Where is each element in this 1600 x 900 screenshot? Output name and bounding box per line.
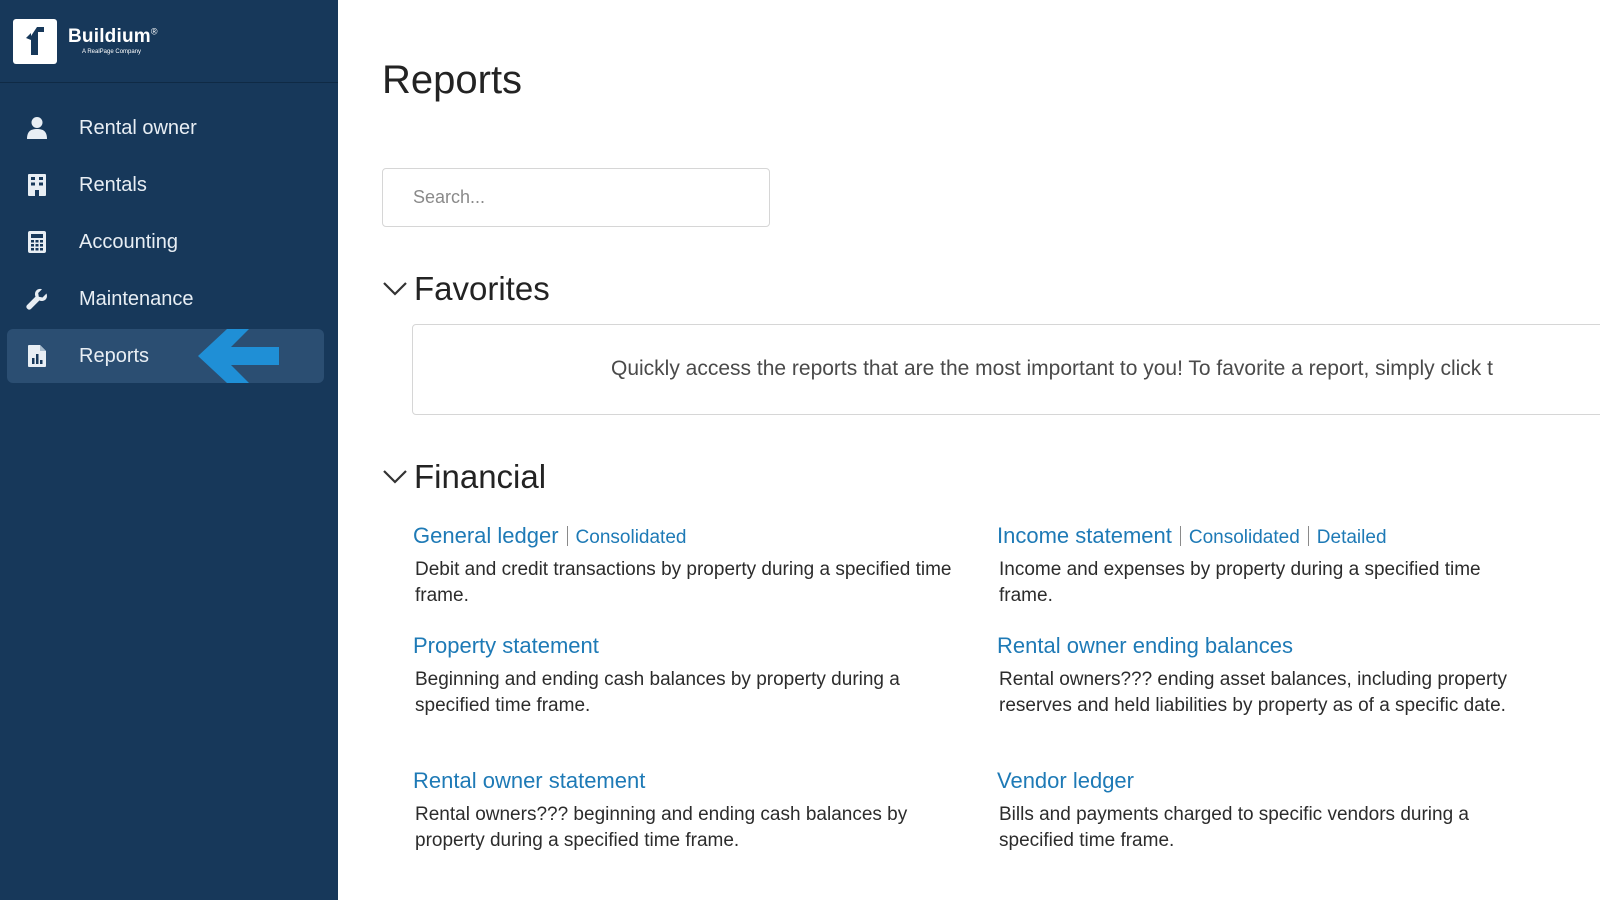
favorites-message: Quickly access the reports that are the …: [611, 357, 1493, 380]
brand-text: Buildium® A RealPage Company: [68, 27, 158, 55]
report-description: Bills and payments charged to specific v…: [999, 804, 1469, 851]
report-income-statement: Income statement Consolidated Detailed I…: [997, 523, 1537, 609]
search-input[interactable]: [382, 168, 770, 227]
sidebar-item-rentals[interactable]: Rentals: [7, 158, 324, 212]
buildium-logo-icon: [13, 18, 57, 64]
income-statement-detailed-link[interactable]: Detailed: [1317, 527, 1387, 549]
brand-header[interactable]: Buildium® A RealPage Company: [0, 0, 338, 83]
main-content: Reports Favorites Quickly access the rep…: [338, 0, 1600, 900]
report-description: Income and expenses by property during a…: [999, 559, 1481, 606]
sidebar: Buildium® A RealPage Company Rental owne…: [0, 0, 338, 900]
report-link-rental-owner-ending-balances[interactable]: Rental owner ending balances: [997, 633, 1293, 659]
sidebar-item-rental-owner[interactable]: Rental owner: [7, 101, 324, 155]
financial-title: Financial: [414, 458, 547, 495]
report-rental-owner-ending-balances: Rental owner ending balances Rental owne…: [997, 633, 1537, 719]
income-statement-consolidated-link[interactable]: Consolidated: [1189, 527, 1300, 549]
financial-section-toggle[interactable]: Financial: [382, 458, 546, 496]
report-description: Rental owners??? beginning and ending ca…: [415, 804, 908, 851]
link-separator: [1307, 526, 1309, 546]
sidebar-item-label: Accounting: [79, 230, 178, 253]
link-separator: [1179, 526, 1181, 546]
favorites-empty-panel: Quickly access the reports that are the …: [412, 324, 1600, 415]
sidebar-item-maintenance[interactable]: Maintenance: [7, 272, 324, 326]
brand-name: Buildium: [68, 26, 151, 47]
brand-registered-mark: ®: [150, 26, 158, 37]
link-separator: [566, 526, 568, 546]
report-property-statement: Property statement Beginning and ending …: [413, 633, 953, 719]
report-rental-owner-statement: Rental owner statement Rental owners??? …: [413, 768, 953, 854]
sidebar-item-label: Rentals: [79, 173, 147, 196]
sidebar-nav: Rental owner Rentals Accounting Maintena…: [0, 83, 338, 383]
person-icon: [25, 115, 49, 141]
report-chart-icon: [25, 343, 49, 369]
favorites-title: Favorites: [414, 270, 550, 307]
report-vendor-ledger: Vendor ledger Bills and payments charged…: [997, 768, 1537, 854]
favorites-section-toggle[interactable]: Favorites: [382, 270, 550, 308]
report-link-property-statement[interactable]: Property statement: [413, 633, 599, 659]
sidebar-item-label: Reports: [79, 344, 150, 367]
report-description: Debit and credit transactions by propert…: [415, 559, 952, 606]
sidebar-item-accounting[interactable]: Accounting: [7, 215, 324, 269]
sidebar-item-label: Rental owner: [79, 116, 197, 139]
report-link-rental-owner-statement[interactable]: Rental owner statement: [413, 768, 645, 794]
page-title: Reports: [382, 58, 523, 102]
general-ledger-consolidated-link[interactable]: Consolidated: [576, 527, 687, 549]
brand-tagline: A RealPage Company: [82, 49, 142, 55]
building-icon: [25, 172, 49, 198]
left-arrow-icon: [198, 329, 279, 383]
sidebar-item-reports[interactable]: Reports: [7, 329, 324, 383]
report-link-general-ledger[interactable]: General ledger: [413, 523, 559, 549]
report-link-vendor-ledger[interactable]: Vendor ledger: [997, 768, 1134, 794]
chevron-down-icon: [382, 467, 408, 487]
report-description: Beginning and ending cash balances by pr…: [415, 669, 900, 716]
chevron-down-icon: [382, 279, 408, 299]
report-description: Rental owners??? ending asset balances, …: [999, 669, 1508, 716]
sidebar-item-label: Maintenance: [79, 287, 194, 310]
wrench-icon: [25, 286, 49, 312]
report-link-income-statement[interactable]: Income statement: [997, 523, 1172, 549]
report-general-ledger: General ledger Consolidated Debit and cr…: [413, 523, 953, 609]
calculator-icon: [25, 229, 49, 255]
